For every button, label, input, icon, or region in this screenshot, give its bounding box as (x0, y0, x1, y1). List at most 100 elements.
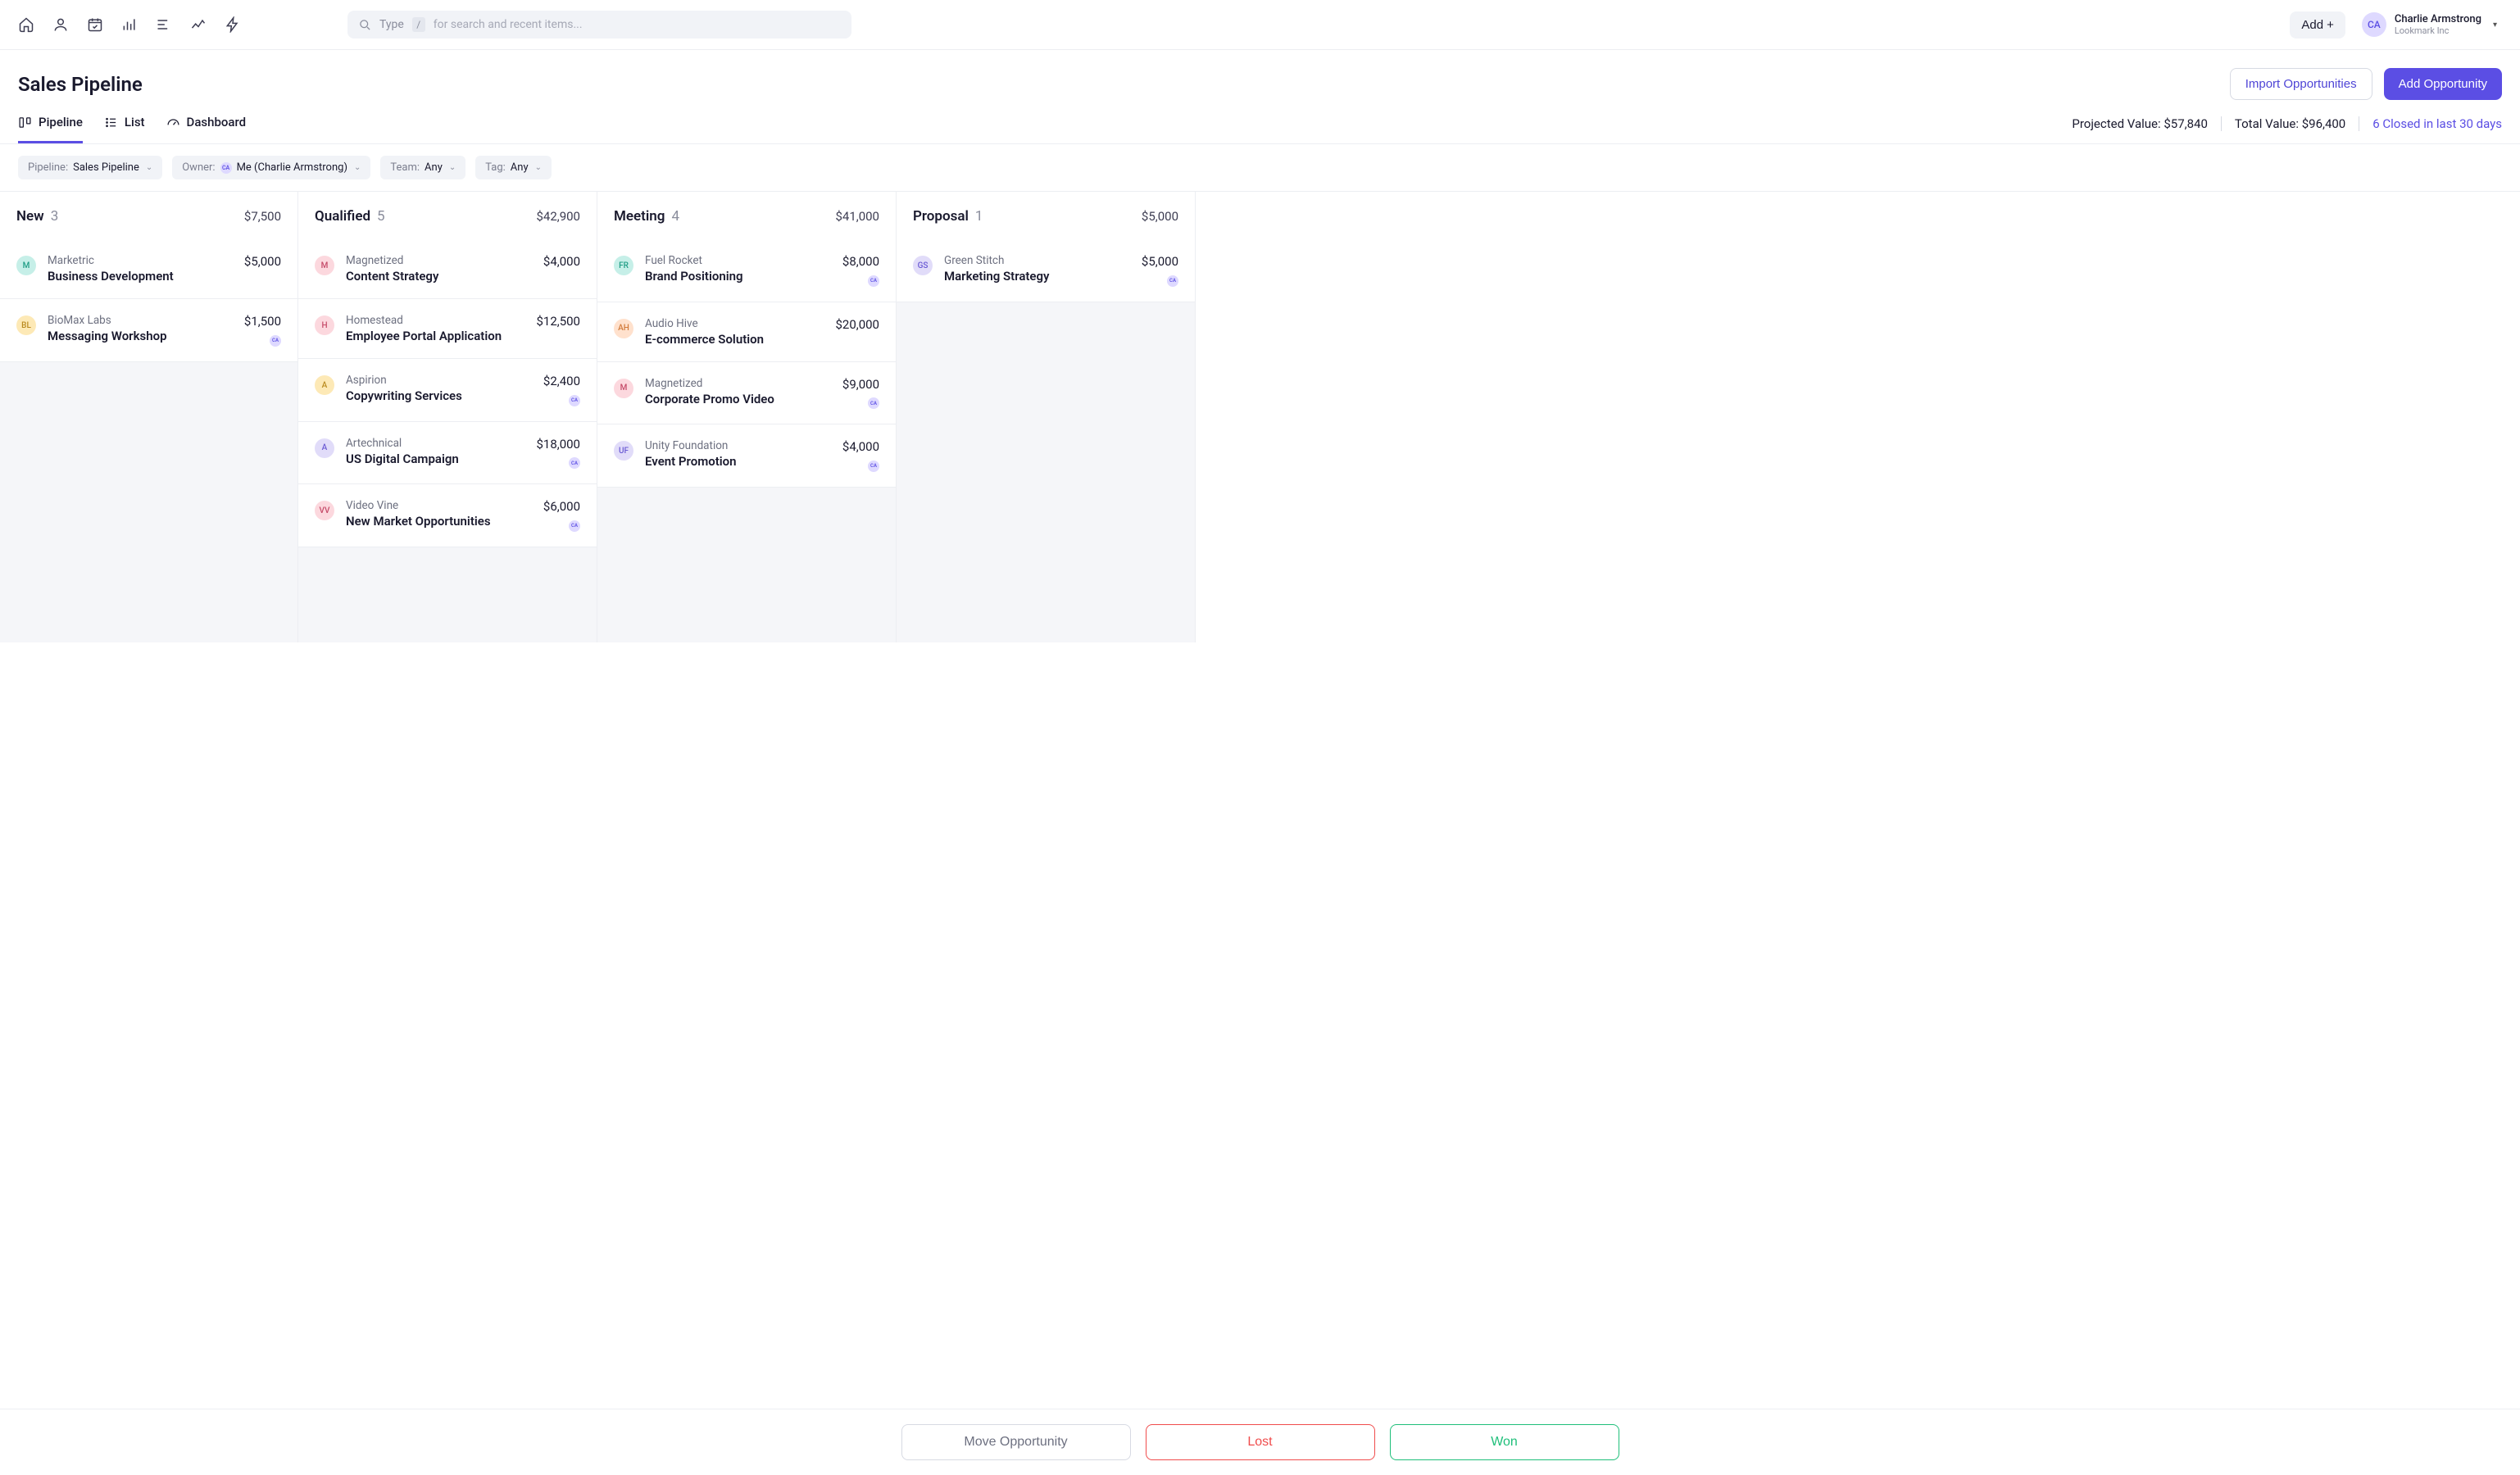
tab-dashboard-label: Dashboard (187, 115, 247, 129)
person-icon[interactable] (52, 16, 69, 33)
add-opportunity-button[interactable]: Add Opportunity (2384, 68, 2502, 100)
user-menu[interactable]: CA Charlie Armstrong Lookmark Inc ▾ (2357, 9, 2502, 40)
column-body: MMagnetizedContent Strategy$4,000HHomest… (298, 240, 597, 642)
stats: Projected Value: $57,840 Total Value: $9… (2072, 116, 2502, 143)
filter-pipeline[interactable]: Pipeline: Sales Pipeline ⌄ (18, 156, 162, 179)
owner-badge-icon: CA (868, 397, 879, 409)
move-opportunity-button[interactable]: Move Opportunity (901, 1424, 1131, 1460)
chevron-down-icon: ▾ (2493, 20, 2497, 30)
import-opportunities-button[interactable]: Import Opportunities (2230, 68, 2372, 100)
add-button[interactable]: Add + (2290, 11, 2345, 39)
card-opportunity-name: Brand Positioning (645, 269, 831, 284)
filter-team[interactable]: Team: Any ⌄ (380, 156, 465, 179)
card-opportunity-name: Messaging Workshop (48, 329, 233, 343)
card-main: MagnetizedContent Strategy (346, 254, 532, 284)
lost-button[interactable]: Lost (1146, 1424, 1375, 1460)
opportunity-card[interactable]: GSGreen StitchMarketing Strategy$5,000CA (897, 239, 1195, 302)
filters-row: Pipeline: Sales Pipeline ⌄ Owner: CA Me … (0, 144, 2520, 192)
opportunity-card[interactable]: AArtechnicalUS Digital Campaign$18,000CA (298, 421, 597, 485)
opportunity-card[interactable]: AAspirionCopywriting Services$2,400CA (298, 358, 597, 422)
owner-avatar-icon: CA (220, 162, 232, 174)
filter-owner[interactable]: Owner: CA Me (Charlie Armstrong) ⌄ (172, 156, 370, 179)
column-title: New (16, 208, 44, 225)
opportunity-card[interactable]: AH Audio Hive E-commerce Solution $20,000 (597, 302, 896, 362)
search-input[interactable]: Type / for search and recent items... (347, 11, 851, 39)
opportunity-card[interactable]: FRFuel RocketBrand Positioning$8,000CA (597, 239, 896, 302)
chevron-down-icon: ⌄ (449, 163, 456, 172)
company-avatar: M (614, 379, 633, 398)
tab-pipeline-label: Pipeline (39, 115, 83, 129)
chevron-down-icon: ⌄ (535, 163, 542, 172)
card-right: $6,000 CA (543, 499, 580, 532)
card-opportunity-name: Corporate Promo Video (645, 392, 831, 406)
chevron-down-icon: ⌄ (354, 163, 361, 172)
card-company: Video Vine (346, 499, 532, 512)
tab-pipeline[interactable]: Pipeline (18, 115, 83, 143)
pipeline-board: New3$7,500MMarketricBusiness Development… (0, 192, 2520, 642)
column-count: 4 (671, 208, 679, 225)
card-company: Magnetized (645, 377, 831, 390)
add-button-label: Add (2301, 18, 2323, 32)
trend-icon[interactable] (190, 16, 207, 33)
stat-closed-link[interactable]: 6 Closed in last 30 days (2372, 116, 2502, 131)
company-avatar: AH (614, 319, 633, 338)
company-avatar: GS (913, 256, 933, 275)
tabs-row: Pipeline List Dashboard Projected Value:… (0, 100, 2520, 144)
user-meta: Charlie Armstrong Lookmark Inc (2395, 13, 2481, 37)
home-icon[interactable] (18, 16, 34, 33)
won-button[interactable]: Won (1390, 1424, 1619, 1460)
opportunity-card[interactable]: VVVideo VineNew Market Opportunities$6,0… (298, 483, 597, 547)
card-right: $2,400CA (543, 374, 580, 406)
company-avatar: UF (614, 441, 633, 461)
tab-dashboard[interactable]: Dashboard (166, 115, 247, 143)
search-icon (359, 19, 371, 31)
card-value: $2,400 (543, 374, 580, 388)
card-value: $6,000 (543, 499, 580, 514)
card-company: Unity Foundation (645, 439, 831, 452)
stat-total: Total Value: $96,400 (2235, 116, 2345, 131)
owner-badge-icon: CA (569, 520, 580, 532)
card-opportunity-name: E-commerce Solution (645, 332, 824, 347)
opportunity-card[interactable]: BLBioMax LabsMessaging Workshop$1,500CA (0, 298, 297, 362)
card-value: $5,000 (244, 254, 281, 269)
calendar-icon[interactable] (87, 16, 103, 33)
opportunity-card[interactable]: M Magnetized Corporate Promo Video $9,000CA (597, 361, 896, 425)
user-name: Charlie Armstrong (2395, 13, 2481, 26)
card-right: $4,000CA (842, 439, 879, 472)
column-title: Meeting (614, 208, 665, 225)
card-opportunity-name: Employee Portal Application (346, 329, 524, 343)
card-main: Audio Hive E-commerce Solution (645, 317, 824, 347)
bolt-icon[interactable] (225, 16, 241, 33)
card-main: Video VineNew Market Opportunities (346, 499, 532, 532)
divider (2221, 116, 2222, 131)
filter-pipeline-value: Sales Pipeline (73, 161, 139, 174)
card-company: Aspirion (346, 374, 532, 387)
list-lines-icon[interactable] (156, 16, 172, 33)
card-right: $9,000CA (842, 377, 879, 410)
filter-tag[interactable]: Tag: Any ⌄ (475, 156, 552, 179)
filter-owner-value: Me (Charlie Armstrong) (237, 161, 347, 174)
card-value: $12,500 (536, 314, 580, 329)
card-main: AspirionCopywriting Services (346, 374, 532, 406)
card-value: $20,000 (835, 317, 879, 332)
opportunity-card[interactable]: UFUnity FoundationEvent Promotion$4,000C… (597, 424, 896, 488)
opportunity-card[interactable]: MMagnetizedContent Strategy$4,000 (298, 239, 597, 299)
tab-list[interactable]: List (104, 115, 145, 143)
owner-badge-icon: CA (569, 457, 580, 469)
column-count: 3 (51, 208, 59, 225)
stat-projected: Projected Value: $57,840 (2072, 116, 2208, 131)
bars-icon[interactable] (121, 16, 138, 33)
page-actions: Import Opportunities Add Opportunity (2230, 68, 2502, 100)
pipeline-column: New3$7,500MMarketricBusiness Development… (0, 192, 298, 642)
nav-icons (18, 16, 241, 33)
card-right: $1,500CA (244, 314, 281, 347)
opportunity-card[interactable]: H Homestead Employee Portal Application $12… (298, 298, 597, 359)
card-value: $5,000 (1142, 254, 1178, 269)
card-company: Homestead (346, 314, 524, 327)
company-avatar: H (315, 315, 334, 335)
company-avatar: BL (16, 315, 36, 335)
opportunity-card[interactable]: MMarketricBusiness Development$5,000 (0, 239, 297, 299)
card-company: Audio Hive (645, 317, 824, 330)
page-title: Sales Pipeline (18, 73, 143, 96)
card-right: $4,000 (543, 254, 580, 284)
